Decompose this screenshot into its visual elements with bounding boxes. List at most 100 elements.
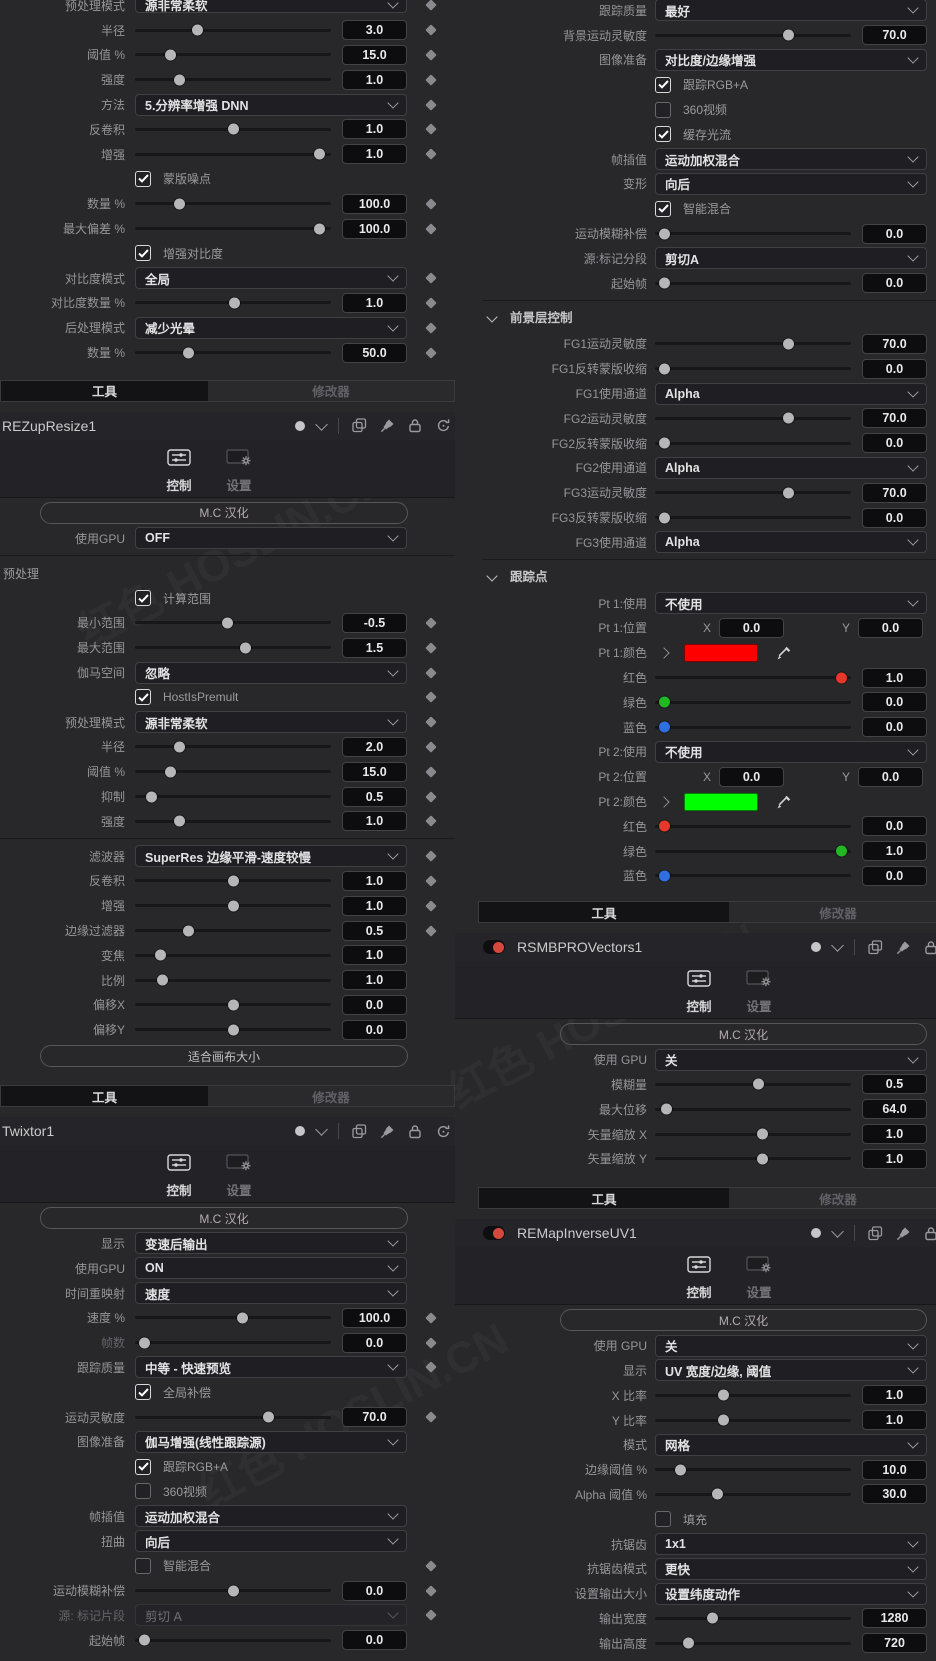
keyframe-diamond-icon[interactable]	[425, 691, 437, 703]
pin-icon[interactable]	[895, 939, 911, 955]
node-color-indicator[interactable]	[811, 1228, 821, 1239]
keyframe-diamond-icon[interactable]	[425, 1609, 437, 1622]
color-swatch[interactable]	[684, 792, 758, 811]
copy-icon[interactable]	[867, 939, 883, 955]
value-field[interactable]: 15.0	[342, 44, 407, 65]
dropdown[interactable]: 向后	[655, 172, 927, 195]
slider-track[interactable]	[135, 24, 331, 36]
slider-track[interactable]	[135, 49, 331, 61]
slider-knob[interactable]	[661, 1103, 672, 1115]
dropdown[interactable]: 运动加权混合	[135, 1505, 407, 1528]
slider-track[interactable]	[655, 487, 851, 499]
copy-icon[interactable]	[867, 1225, 883, 1241]
slider-knob[interactable]	[240, 642, 251, 654]
keyframe-diamond-icon[interactable]	[425, 617, 437, 629]
slider-knob[interactable]	[228, 999, 239, 1011]
tab-controls[interactable]: 控制	[149, 1145, 209, 1202]
slider-track[interactable]	[135, 949, 331, 961]
slider-knob[interactable]	[659, 820, 670, 832]
section-collapse-header[interactable]: 前景层控制	[455, 306, 936, 328]
slider-track[interactable]	[135, 198, 331, 210]
mc-localization-button[interactable]: M.C 汉化	[40, 501, 408, 524]
slider-track[interactable]	[655, 277, 851, 289]
value-field[interactable]: 30.0	[862, 1484, 927, 1505]
value-field[interactable]: 0.0	[342, 1332, 407, 1353]
dropdown[interactable]: 忽略	[135, 661, 407, 684]
value-field[interactable]: 70.0	[862, 408, 927, 429]
slider-track[interactable]	[655, 1128, 851, 1140]
slider-track[interactable]	[655, 672, 851, 684]
value-field[interactable]: 0.5	[862, 1074, 927, 1095]
keyframe-diamond-icon[interactable]	[425, 198, 437, 210]
value-field[interactable]: 100.0	[342, 193, 407, 214]
dropdown[interactable]: ON	[135, 1257, 407, 1280]
slider-track[interactable]	[655, 512, 851, 524]
dropdown[interactable]: 关	[655, 1048, 927, 1071]
slider-track[interactable]	[135, 875, 331, 887]
slider-track[interactable]	[135, 74, 331, 86]
mc-localization-button[interactable]: M.C 汉化	[560, 1023, 927, 1046]
keyframe-diamond-icon[interactable]	[425, 875, 437, 887]
checkbox[interactable]	[135, 590, 151, 607]
keyframe-diamond-icon[interactable]	[425, 98, 437, 111]
value-field[interactable]: 0.0	[342, 1019, 407, 1040]
slider-knob[interactable]	[783, 338, 794, 350]
dropdown[interactable]: 中等 - 快速预览	[135, 1356, 407, 1379]
slider-knob[interactable]	[222, 617, 233, 629]
keyframe-diamond-icon[interactable]	[425, 790, 437, 803]
slider-track[interactable]	[135, 999, 331, 1011]
value-field[interactable]: 100.0	[342, 1307, 407, 1328]
slider-knob[interactable]	[675, 1464, 686, 1476]
tab-tools[interactable]: 工具	[479, 1188, 729, 1209]
dropdown[interactable]: 剪切A	[655, 247, 927, 270]
keyframe-diamond-icon[interactable]	[425, 272, 437, 284]
fit-canvas-button[interactable]: 适合画布大小	[40, 1045, 408, 1068]
slider-knob[interactable]	[757, 1128, 768, 1140]
slider-track[interactable]	[135, 815, 331, 827]
reset-icon[interactable]	[435, 418, 451, 434]
slider-track[interactable]	[135, 900, 331, 912]
tab-modifiers[interactable]: 修改器	[208, 381, 454, 401]
slider-knob[interactable]	[659, 870, 670, 882]
node-color-indicator[interactable]	[811, 942, 821, 953]
slider-track[interactable]	[135, 766, 331, 778]
value-field[interactable]: 70.0	[862, 482, 927, 503]
slider-track[interactable]	[655, 1464, 851, 1476]
slider-knob[interactable]	[192, 24, 203, 36]
dropdown[interactable]: 速度	[135, 1282, 407, 1305]
mc-localization-button[interactable]: M.C 汉化	[560, 1309, 927, 1332]
value-field[interactable]: 1.0	[342, 292, 407, 313]
keyframe-diamond-icon[interactable]	[425, 0, 437, 12]
checkbox[interactable]	[135, 1458, 151, 1475]
value-field[interactable]: 0.0	[862, 816, 927, 837]
tab-controls[interactable]: 控制	[669, 1247, 729, 1304]
checkbox[interactable]	[135, 170, 151, 187]
slider-track[interactable]	[655, 363, 851, 375]
dropdown[interactable]: 运动加权混合	[655, 148, 927, 171]
slider-knob[interactable]	[753, 1078, 764, 1090]
slider-knob[interactable]	[783, 412, 794, 424]
checkbox[interactable]	[655, 126, 671, 143]
tab-controls[interactable]: 控制	[669, 961, 729, 1018]
slider-knob[interactable]	[228, 1024, 239, 1036]
slider-knob[interactable]	[139, 1634, 150, 1646]
value-field[interactable]: 0.0	[862, 223, 927, 244]
slider-knob[interactable]	[263, 1411, 274, 1423]
pin-icon[interactable]	[895, 1225, 911, 1241]
slider-knob[interactable]	[836, 672, 847, 684]
dropdown[interactable]: 5.分辨率增强 DNN	[135, 93, 407, 116]
slider-track[interactable]	[135, 1024, 331, 1036]
value-field[interactable]: 1.0	[342, 119, 407, 140]
lock-icon[interactable]	[407, 418, 423, 434]
slider-knob[interactable]	[146, 791, 157, 803]
value-field[interactable]: -0.5	[342, 612, 407, 633]
value-field[interactable]: 0.5	[342, 786, 407, 807]
slider-knob[interactable]	[183, 925, 194, 936]
slider-track[interactable]	[655, 1153, 851, 1165]
dropdown[interactable]: 1x1	[655, 1533, 927, 1556]
keyframe-diamond-icon[interactable]	[425, 642, 437, 654]
value-field-x[interactable]: 0.0	[719, 617, 785, 638]
checkbox[interactable]	[135, 1384, 151, 1401]
value-field[interactable]: 0.0	[862, 865, 927, 886]
value-field[interactable]: 0.0	[862, 692, 927, 713]
